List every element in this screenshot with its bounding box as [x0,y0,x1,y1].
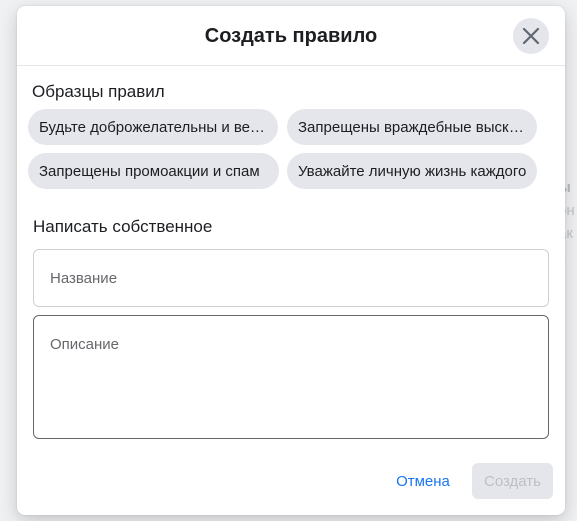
rule-description-field [33,315,549,439]
rule-name-input[interactable] [34,250,548,306]
create-button[interactable]: Создать [472,463,553,499]
close-icon [522,27,540,45]
rule-description-input[interactable] [34,316,548,436]
dialog-title: Создать правило [204,25,378,47]
example-rule-chip-3[interactable]: Запрещены промоакции и спам [28,153,279,189]
examples-heading: Образцы правил [32,82,165,101]
chip-label: Запрещены промоакции и спам [39,162,260,180]
example-rule-chip-2[interactable]: Запрещены враждебные высказывания и трав… [287,109,537,145]
create-rule-dialog: Создать правило Образцы правил Будьте до… [17,6,565,515]
custom-rule-heading: Написать собственное [33,217,213,236]
rule-name-field [33,249,549,307]
dialog-header: Создать правило [17,6,565,66]
chip-label: Запрещены враждебные высказывания и трав… [298,118,527,136]
chip-label: Будьте доброжелательны и вежливы [39,118,268,136]
close-button[interactable] [513,18,549,54]
example-rule-chip-1[interactable]: Будьте доброжелательны и вежливы [28,109,278,145]
cancel-button[interactable]: Отмена [388,464,458,498]
example-rule-chip-4[interactable]: Уважайте личную жизнь каждого [287,153,537,189]
chip-label: Уважайте личную жизнь каждого [298,162,527,180]
